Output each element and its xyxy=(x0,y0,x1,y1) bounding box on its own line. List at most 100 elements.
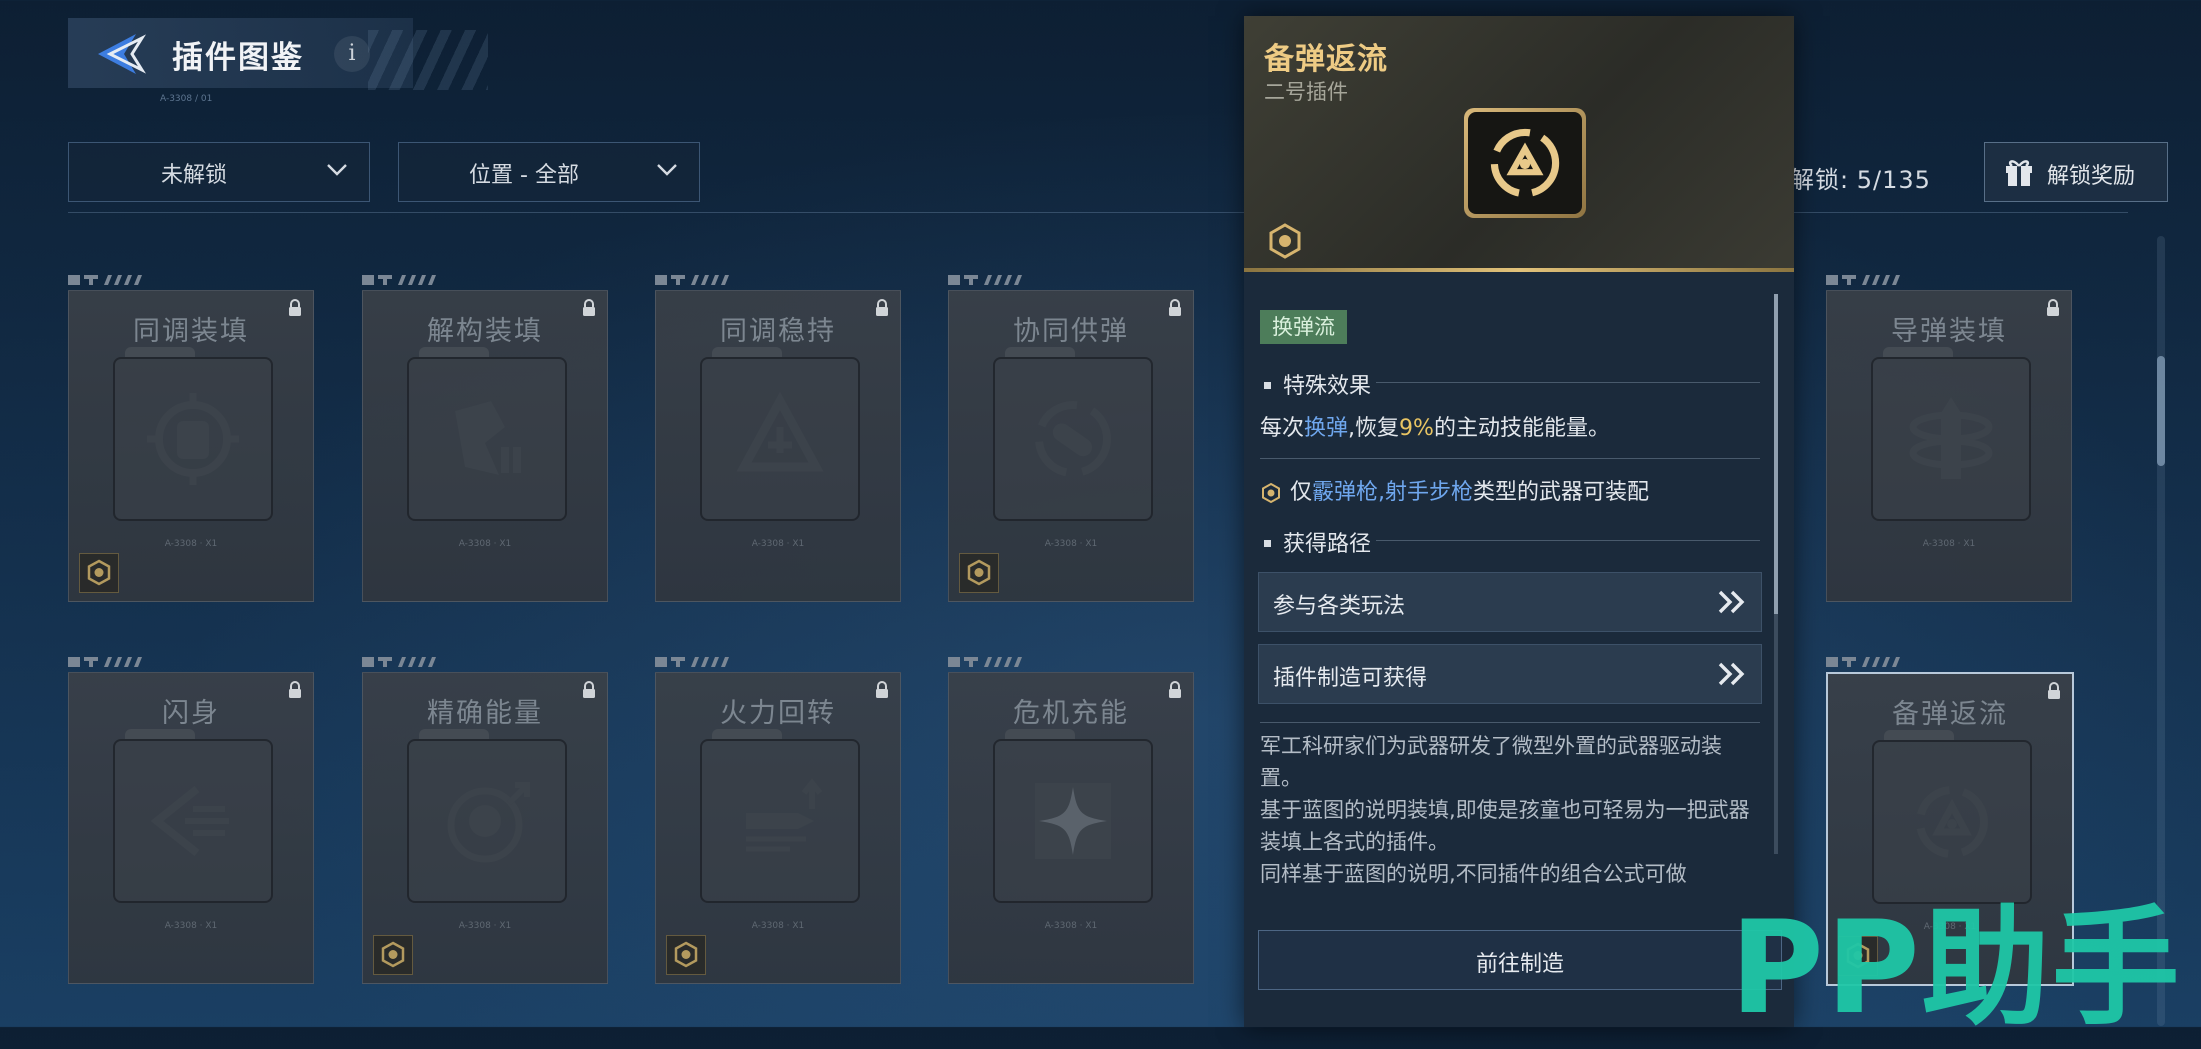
weapon-prefix: 仅 xyxy=(1290,480,1313,505)
bullet-up-arrow-icon xyxy=(746,778,823,852)
lock-icon xyxy=(289,299,301,316)
path-crafting-label: 插件制造可获得 xyxy=(1273,666,1428,691)
lock-icon xyxy=(2048,682,2060,699)
unlock-count-label: 解锁: xyxy=(1790,166,1850,194)
plugin-card-code: A-3308 · X1 xyxy=(164,539,218,549)
plugin-card-name: 精确能量 xyxy=(427,698,543,729)
weapon-restriction: 仅霰弹枪,射手步枪类型的武器可装配 xyxy=(1260,474,1649,506)
path-crafting-button[interactable]: 插件制造可获得 xyxy=(1258,644,1762,704)
double-chevron-right-icon xyxy=(1718,662,1745,686)
card-tag-decoration xyxy=(1826,654,1918,668)
card-tag-decoration xyxy=(362,272,454,286)
page-header: 插件图鉴 i xyxy=(68,18,488,90)
plugin-card-code: A-3308 · X1 xyxy=(1922,539,1976,549)
plugin-icon-frame xyxy=(700,347,860,521)
unlock-reward-label: 解锁奖励 xyxy=(2047,164,2136,189)
section-divider xyxy=(1376,382,1760,383)
plugin-icon-frame xyxy=(113,729,273,903)
weapon-type-badge-icon xyxy=(1269,223,1301,259)
plugin-icon-frame xyxy=(113,347,273,521)
lock-icon xyxy=(583,299,595,316)
back-arrow-icon[interactable] xyxy=(94,30,146,78)
weapon-type-badge xyxy=(959,553,999,593)
lock-icon xyxy=(1169,681,1181,698)
plugin-card[interactable]: 同调装填 A-3308 · X1 xyxy=(68,290,314,602)
triangle-cycle-icon xyxy=(736,391,824,472)
section-divider xyxy=(1376,540,1760,541)
card-tag-decoration xyxy=(655,272,747,286)
detail-plugin-icon-frame xyxy=(1464,108,1586,218)
plugin-description: 军工科研家们为武器研发了微型外置的武器驱动装置。 基于蓝图的说明装填,即使是孩童… xyxy=(1260,730,1760,926)
section-divider xyxy=(1260,722,1760,723)
playstyle-tag: 换弹流 xyxy=(1260,310,1347,344)
cycle-triangle-icon xyxy=(1490,128,1560,198)
weapon-type-badge-icon xyxy=(381,941,405,968)
plugin-card[interactable]: 协同供弹 A-3308 · X1 xyxy=(948,290,1194,602)
plugin-card-name: 导弹装填 xyxy=(1891,316,2007,347)
card-tag-decoration xyxy=(68,272,160,286)
lock-icon xyxy=(1169,299,1181,316)
effect-keyword: 换弹 xyxy=(1304,416,1349,441)
plugin-card-name: 火力回转 xyxy=(720,698,836,729)
info-icon[interactable]: i xyxy=(334,36,370,72)
effect-suffix: 的主动技能能量。 xyxy=(1433,416,1610,441)
bullet-swap-icon xyxy=(1035,401,1111,477)
plugin-card[interactable]: 精确能量 A-3308 · X1 xyxy=(362,672,608,984)
card-tag-decoration xyxy=(68,654,160,668)
plugin-card-code: A-3308 · X1 xyxy=(164,921,218,931)
description-paragraph: 同样基于蓝图的说明,不同插件的组合公式可做 xyxy=(1260,862,1687,886)
unlock-filter-dropdown[interactable]: 未解锁 xyxy=(68,142,370,202)
detail-scrollbar[interactable] xyxy=(1774,294,1778,854)
weapon-type-badge-icon xyxy=(1262,482,1280,504)
plugin-card-name: 备弹返流 xyxy=(1892,699,2008,730)
path-gameplay-button[interactable]: 参与各类玩法 xyxy=(1258,572,1762,632)
plugin-card-code: A-3308 · X1 xyxy=(751,539,805,549)
fist-target-icon xyxy=(147,393,239,485)
goto-crafting-button[interactable]: 前往制造 xyxy=(1258,930,1782,990)
double-chevron-right-icon xyxy=(1718,590,1745,614)
plugin-card[interactable]: 闪身 A-3308 · X1 xyxy=(68,672,314,984)
page-title: 插件图鉴 xyxy=(172,40,304,76)
plugin-icon-frame xyxy=(1871,347,2031,521)
header-decoration xyxy=(368,30,488,90)
unlock-reward-button[interactable]: 解锁奖励 xyxy=(1984,142,2168,202)
detail-plugin-name: 备弹返流 xyxy=(1264,42,1388,77)
unlock-filter-label: 未解锁 xyxy=(160,163,227,188)
plugin-card[interactable]: 火力回转 A-3308 · X1 xyxy=(655,672,901,984)
plugin-card[interactable]: 导弹装填 A-3308 · X1 xyxy=(1826,290,2072,602)
gift-icon xyxy=(2006,160,2032,186)
description-paragraph: 军工科研家们为武器研发了微型外置的武器驱动装置。 xyxy=(1260,734,1722,790)
card-tag-decoration xyxy=(362,654,454,668)
card-tag-decoration xyxy=(948,654,1040,668)
plugin-card-code: A-3308 · X1 xyxy=(751,921,805,931)
card-tag-decoration xyxy=(655,654,747,668)
cycle-triangle-icon xyxy=(1916,786,1988,858)
plugin-detail-panel: 备弹返流 二号插件 换弹流 特殊效果 每次换弹,恢复9%的主动技能能量。 仅霰弹… xyxy=(1244,16,1794,1027)
weapon-types: 霰弹枪,射手步枪 xyxy=(1312,480,1474,505)
plugin-icon-frame xyxy=(407,347,567,521)
section-divider xyxy=(1260,458,1760,459)
position-filter-dropdown[interactable]: 位置 - 全部 xyxy=(398,142,700,202)
star-diamond-icon xyxy=(1035,783,1111,859)
skull-target-icon xyxy=(447,782,530,863)
plugin-card-name: 闪身 xyxy=(162,698,220,729)
plugin-card[interactable]: 危机充能 A-3308 · X1 xyxy=(948,672,1194,984)
plugin-card[interactable]: 解构装填 A-3308 · X1 xyxy=(362,290,608,602)
position-filter-label: 位置 - 全部 xyxy=(469,163,579,188)
plugin-card-name: 危机充能 xyxy=(1013,698,1129,729)
weapon-type-badge xyxy=(666,935,706,975)
weapon-type-badge-icon xyxy=(87,559,111,586)
detail-header: 备弹返流 二号插件 xyxy=(1244,16,1794,272)
lock-icon xyxy=(876,299,888,316)
lock-icon xyxy=(583,681,595,698)
plugin-card-name: 同调稳持 xyxy=(720,316,836,347)
special-effect-heading: 特殊效果 xyxy=(1260,368,1371,400)
detail-plugin-slot: 二号插件 xyxy=(1264,80,1348,104)
watermark-logo: PP助手 xyxy=(1730,894,2182,1043)
detail-scroll-thumb[interactable] xyxy=(1774,294,1778,614)
plugin-card[interactable]: 同调稳持 A-3308 · X1 xyxy=(655,290,901,602)
scroll-thumb[interactable] xyxy=(2157,356,2165,466)
goto-crafting-label: 前往制造 xyxy=(1475,952,1564,977)
chevron-down-icon xyxy=(657,164,677,176)
lock-icon xyxy=(2047,299,2059,316)
